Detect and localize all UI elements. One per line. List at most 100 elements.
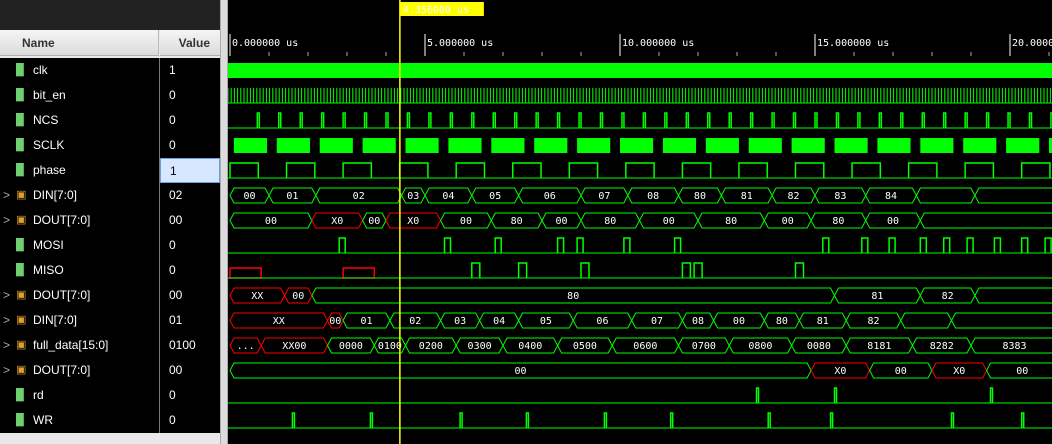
- signal-name-cell[interactable]: █ clk: [0, 58, 159, 83]
- signal-name: MOSI: [33, 238, 64, 252]
- DIN-segment: [974, 187, 1052, 204]
- signal-row[interactable]: > ▣ DOUT[7:0] 00: [0, 283, 220, 308]
- signal-name: MISO: [33, 263, 64, 277]
- signal-row[interactable]: █ phase 1: [0, 158, 220, 183]
- bus-signal-icon: ▣: [16, 314, 27, 326]
- signal-name-cell[interactable]: █ bit_en: [0, 83, 159, 108]
- DIN2-value: 05: [540, 316, 552, 327]
- signal-row[interactable]: > ▣ DIN[7:0] 01: [0, 308, 220, 333]
- signal-name-cell[interactable]: > ▣ full_data[15:0]: [0, 333, 159, 358]
- signal-row[interactable]: █ bit_en 0: [0, 83, 220, 108]
- signal-row[interactable]: █ SCLK 0: [0, 133, 220, 158]
- signal-name-cell[interactable]: █ WR: [0, 408, 159, 433]
- SCLK-burst: [620, 138, 654, 153]
- DIN-value: 04: [442, 191, 454, 202]
- expand-chevron-icon[interactable]: >: [3, 208, 10, 233]
- bit-signal-icon: █: [16, 239, 24, 251]
- signal-name-cell[interactable]: > ▣ DIN[7:0]: [0, 183, 159, 208]
- expand-chevron-icon[interactable]: >: [3, 308, 10, 333]
- signal-name-cell[interactable]: █ phase: [0, 158, 159, 183]
- DOUT-value: 80: [511, 216, 523, 227]
- signal-value[interactable]: 1: [160, 58, 220, 83]
- signal-value[interactable]: 00: [160, 283, 220, 308]
- panel-splitter[interactable]: [220, 0, 228, 444]
- MOSI-wave: [338, 237, 1052, 253]
- bit-signal-icon: █: [16, 89, 24, 101]
- DOUT3-value: X0: [834, 366, 846, 377]
- signal-row[interactable]: > ▣ DIN[7:0] 02: [0, 183, 220, 208]
- signal-value[interactable]: 00: [160, 208, 220, 233]
- tick-label: 5.000000 us: [427, 38, 493, 49]
- expand-chevron-icon[interactable]: >: [3, 358, 10, 383]
- signal-row[interactable]: > ▣ full_data[15:0] 0100: [0, 333, 220, 358]
- DOUT-value: 00: [555, 216, 567, 227]
- signal-name-cell[interactable]: █ MISO: [0, 258, 159, 283]
- full_data-value: 0600: [633, 341, 657, 352]
- SCLK-burst: [405, 138, 439, 153]
- waveform-area[interactable]: 0.000000 us 5.000000 us 10.000000 us 15.000…: [228, 0, 1052, 444]
- clk-wave: [228, 63, 1052, 78]
- expand-chevron-icon[interactable]: >: [3, 333, 10, 358]
- bus-signal-icon: ▣: [16, 189, 27, 201]
- signal-name: DOUT[7:0]: [33, 363, 91, 377]
- name-column-header[interactable]: Name: [0, 30, 159, 56]
- DIN2-value: 80: [776, 316, 788, 327]
- signal-name-cell[interactable]: > ▣ DOUT[7:0]: [0, 208, 159, 233]
- signal-name-cell[interactable]: █ NCS: [0, 108, 159, 133]
- signal-value[interactable]: 00: [160, 358, 220, 383]
- signal-value[interactable]: 0: [160, 233, 220, 258]
- SCLK-burst: [233, 138, 268, 153]
- DIN-value: 08: [647, 191, 659, 202]
- signal-name-cell[interactable]: > ▣ DIN[7:0]: [0, 308, 159, 333]
- MISO-undefined: [342, 267, 376, 279]
- full_data-value: ...: [237, 341, 255, 352]
- bus-signal-icon: ▣: [16, 289, 27, 301]
- signal-value[interactable]: 0: [160, 383, 220, 408]
- DOUT3-value: 00: [515, 366, 527, 377]
- DIN2-segment: [900, 312, 953, 329]
- tick-label: 10.000000 us: [622, 38, 694, 49]
- signal-value[interactable]: 02: [160, 183, 220, 208]
- DIN2-segment: [950, 312, 1052, 329]
- DIN-value: 03: [407, 191, 419, 202]
- DOUT2-value: 82: [942, 291, 954, 302]
- signal-name-cell[interactable]: █ MOSI: [0, 233, 159, 258]
- DOUT-value: 00: [265, 216, 277, 227]
- signal-row[interactable]: █ MOSI 0: [0, 233, 220, 258]
- signal-value[interactable]: 0: [160, 408, 220, 433]
- full_data-value: 0200: [419, 341, 443, 352]
- bit-signal-icon: █: [16, 389, 24, 401]
- signal-value[interactable]: 0: [160, 108, 220, 133]
- signal-value[interactable]: 0: [160, 83, 220, 108]
- signal-name-cell[interactable]: █ SCLK: [0, 133, 159, 158]
- signal-row[interactable]: █ WR 0: [0, 408, 220, 433]
- value-column-header[interactable]: Value: [160, 30, 220, 56]
- DIN2-value: 01: [360, 316, 372, 327]
- full_data-value: 8383: [1002, 341, 1026, 352]
- DOUT2-value: 80: [567, 291, 579, 302]
- signal-value[interactable]: 0: [160, 258, 220, 283]
- signal-value[interactable]: 0100: [160, 333, 220, 358]
- signal-row[interactable]: █ NCS 0: [0, 108, 220, 133]
- signal-name: DIN[7:0]: [33, 313, 78, 327]
- signal-row[interactable]: █ clk 1: [0, 58, 220, 83]
- bit-signal-icon: █: [16, 114, 24, 126]
- signal-name-cell[interactable]: > ▣ DOUT[7:0]: [0, 283, 159, 308]
- signal-name-cell[interactable]: █ rd: [0, 383, 159, 408]
- DOUT3-value: X0: [953, 366, 965, 377]
- signal-row[interactable]: █ rd 0: [0, 383, 220, 408]
- expand-chevron-icon[interactable]: >: [3, 183, 10, 208]
- expand-chevron-icon[interactable]: >: [3, 283, 10, 308]
- signal-name: bit_en: [33, 88, 66, 102]
- signal-row[interactable]: █ MISO 0: [0, 258, 220, 283]
- signal-value[interactable]: 1: [160, 158, 220, 183]
- DIN2-value: 07: [651, 316, 663, 327]
- signal-value[interactable]: 01: [160, 308, 220, 333]
- DOUT2-segment: [974, 287, 1052, 304]
- DOUT2-value: XX: [251, 291, 263, 302]
- bit-signal-icon: █: [16, 264, 24, 276]
- signal-row[interactable]: > ▣ DOUT[7:0] 00: [0, 208, 220, 233]
- signal-name-cell[interactable]: > ▣ DOUT[7:0]: [0, 358, 159, 383]
- signal-row[interactable]: > ▣ DOUT[7:0] 00: [0, 358, 220, 383]
- signal-value[interactable]: 0: [160, 133, 220, 158]
